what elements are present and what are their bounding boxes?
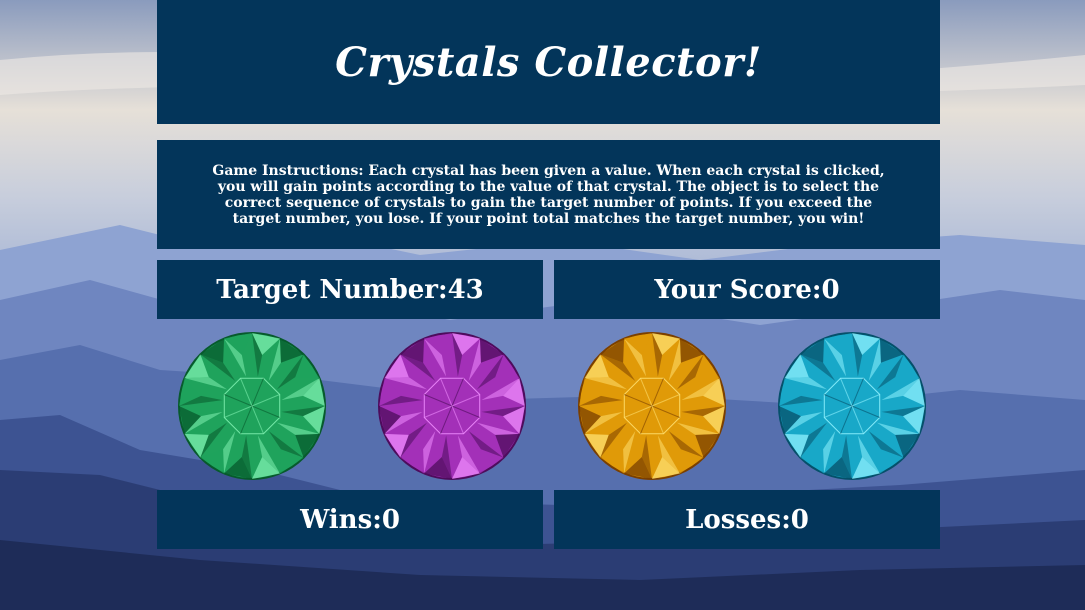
blue-crystal-button[interactable]	[777, 331, 927, 481]
title-banner: Crystals Collector!	[157, 0, 940, 124]
target-number-box: Target Number: 43	[157, 260, 543, 319]
orange-crystal-button[interactable]	[577, 331, 727, 481]
game-title: Crystals Collector!	[335, 38, 762, 86]
score-value: 0	[821, 274, 840, 305]
losses-value: 0	[790, 504, 809, 535]
green-crystal-icon	[178, 332, 326, 480]
instructions-text: Game Instructions: Each crystal has been…	[212, 162, 885, 227]
purple-crystal-icon	[378, 332, 526, 480]
score-label: Your Score:	[654, 274, 822, 305]
instructions-box: Game Instructions: Each crystal has been…	[157, 140, 940, 249]
wins-box: Wins: 0	[157, 490, 543, 549]
losses-box: Losses: 0	[554, 490, 940, 549]
losses-label: Losses:	[685, 504, 791, 535]
target-number-value: 43	[447, 274, 484, 305]
blue-crystal-icon	[778, 332, 926, 480]
score-box: Your Score: 0	[554, 260, 940, 319]
wins-label: Wins:	[300, 504, 382, 535]
orange-crystal-icon	[578, 332, 726, 480]
wins-value: 0	[381, 504, 400, 535]
purple-crystal-button[interactable]	[377, 331, 527, 481]
target-number-label: Target Number:	[216, 274, 448, 305]
green-crystal-button[interactable]	[177, 331, 327, 481]
